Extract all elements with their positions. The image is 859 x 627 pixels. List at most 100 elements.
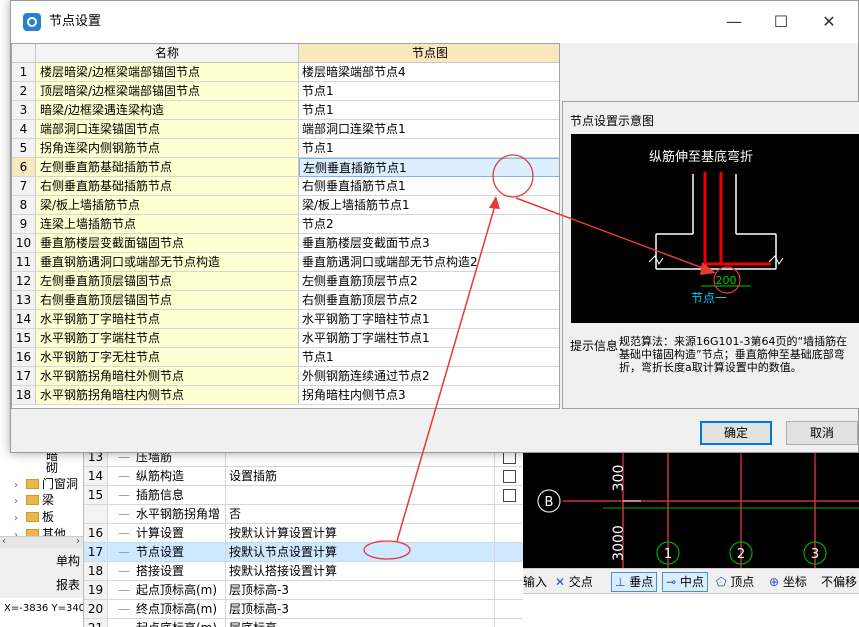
property-value[interactable]: 按默认节点设置计算 — [227, 543, 495, 561]
snap-intersection[interactable]: ✕ 交点 — [555, 572, 593, 592]
row-number: 1 — [12, 63, 36, 82]
property-value[interactable]: 设置插筋 — [227, 467, 495, 485]
minimize-icon[interactable]: — — [711, 9, 757, 35]
table-row[interactable]: 11 垂直钢筋遇洞口或端部无节点构造 垂直筋遇洞口或端部无节点构造2 — [12, 253, 559, 272]
property-value[interactable]: 层底标高 — [227, 619, 495, 627]
table-row[interactable]: 1 楼层暗梁/边框梁端部锚固节点 楼层暗梁端部节点4 — [12, 63, 559, 82]
table-row[interactable]: 12 左侧垂直筋顶层锚固节点 左侧垂直筋顶层节点2 — [12, 272, 559, 291]
snap-no-offset[interactable]: 不偏移 — [821, 572, 857, 592]
property-value[interactable]: 层顶标高-3 — [227, 581, 495, 599]
property-row[interactable]: 19起点顶标高(m)层顶标高-3 — [84, 581, 523, 600]
table-row[interactable]: 8 梁/板上墙插筋节点 梁/板上墙插筋节点1 — [12, 196, 559, 215]
snap-midpoint[interactable]: ⊸ 中点 — [662, 572, 708, 592]
column-header-node[interactable]: 节点图 — [299, 44, 559, 63]
row-name: 水平钢筋丁字无柱节点 — [36, 348, 299, 367]
component-tree: 暗 砌 ›门窗洞 ›梁 ›板 ›其他 — [0, 448, 88, 548]
property-value[interactable]: 按默认搭接设置计算 — [227, 562, 495, 580]
row-node-cell[interactable]: 垂直筋楼层变截面节点3 — [299, 234, 559, 253]
table-row[interactable]: 17 水平钢筋拐角暗柱外侧节点 外侧钢筋连续通过节点2 — [12, 367, 559, 386]
row-node-cell[interactable]: 垂直筋遇洞口或端部无节点构造2 — [299, 253, 559, 272]
row-node-cell[interactable]: 右侧垂直筋顶层节点2 — [299, 291, 559, 310]
row-node-cell[interactable]: 端部洞口连梁节点1 — [299, 120, 559, 139]
ok-button[interactable]: 确定 — [700, 421, 772, 445]
tree-item-slabs[interactable]: › 板 — [14, 509, 54, 525]
chevron-right-icon[interactable]: › — [14, 511, 26, 527]
property-row[interactable]: 21起点底标高(m)层底标高 — [84, 619, 523, 627]
property-row[interactable]: 水平钢筋拐角增否 — [84, 505, 523, 524]
close-icon[interactable]: ✕ — [806, 9, 852, 35]
row-node-cell[interactable]: 左侧垂直插筋节点1 — [299, 158, 559, 177]
row-node-cell[interactable]: 右侧垂直插筋节点1 — [299, 177, 559, 196]
row-name: 右侧垂直筋顶层锚固节点 — [36, 291, 299, 310]
cad-canvas[interactable]: 300 3000 B 1 2 3 — [523, 448, 859, 572]
row-name: 楼层暗梁/边框梁端部锚固节点 — [36, 63, 299, 82]
chevron-right-icon[interactable]: › — [14, 494, 26, 510]
property-name: 计算设置 — [110, 524, 226, 542]
property-checkbox[interactable] — [503, 470, 516, 483]
snap-input[interactable]: 输入 — [523, 572, 547, 592]
row-node-cell[interactable]: 节点1 — [299, 101, 559, 120]
property-value[interactable]: 否 — [227, 505, 495, 523]
snap-coordinate[interactable]: ⊕ 坐标 — [769, 572, 807, 592]
row-node-cell[interactable]: 楼层暗梁端部节点4 — [299, 63, 559, 82]
table-row[interactable]: 13 右侧垂直筋顶层锚固节点 右侧垂直筋顶层节点2 — [12, 291, 559, 310]
table-row[interactable]: 15 水平钢筋丁字端柱节点 水平钢筋丁字端柱节点1 — [12, 329, 559, 348]
row-number: 5 — [12, 139, 36, 158]
tree-item[interactable]: 砌 — [46, 460, 58, 476]
maximize-icon[interactable]: ☐ — [758, 9, 804, 35]
property-row[interactable]: 14纵筋构造设置插筋 — [84, 467, 523, 486]
property-checkbox[interactable] — [503, 489, 516, 502]
property-value[interactable]: 按默认计算设置计算 — [227, 524, 495, 542]
row-name: 水平钢筋拐角暗柱内侧节点 — [36, 386, 299, 405]
node-settings-table: 名称 节点图 1 楼层暗梁/边框梁端部锚固节点 楼层暗梁端部节点4 2 顶层暗梁/边框梁… — [11, 43, 560, 409]
table-row[interactable]: 4 端部洞口连梁锚固节点 端部洞口连梁节点1 — [12, 120, 559, 139]
row-node-cell[interactable]: 梁/板上墙插筋节点1 — [299, 196, 559, 215]
cancel-button[interactable]: 取消 — [786, 421, 858, 445]
snap-vertex[interactable]: ⬠ 顶点 — [716, 572, 754, 592]
row-node-cell[interactable]: 节点2 — [299, 215, 559, 234]
tree-item-doors[interactable]: › 门窗洞 — [14, 476, 78, 492]
table-row[interactable]: 3 暗梁/边框梁遇连梁构造 节点1 — [12, 101, 559, 120]
table-row[interactable]: 6 左侧垂直筋基础插筋节点 左侧垂直插筋节点1 — [12, 158, 559, 177]
row-node-cell[interactable]: 左侧垂直筋顶层节点2 — [299, 272, 559, 291]
folder-icon — [26, 495, 39, 505]
property-name: 节点设置 — [110, 543, 226, 561]
cad-dimension-300: 300 — [611, 465, 627, 492]
row-node-cell[interactable]: 外侧钢筋连续通过节点2 — [299, 367, 559, 386]
tree-item-beams[interactable]: › 梁 — [14, 492, 54, 508]
scroll-left-icon[interactable]: ‹ — [2, 536, 6, 547]
table-row[interactable]: 18 水平钢筋拐角暗柱内侧节点 拐角暗柱内侧节点3 — [12, 386, 559, 405]
tab-component[interactable]: 单构 — [56, 550, 80, 572]
column-header-name[interactable]: 名称 — [36, 44, 299, 63]
table-row[interactable]: 2 顶层暗梁/边框梁端部锚固节点 节点1 — [12, 82, 559, 101]
tree-horizontal-scrollbar[interactable]: ‹ › — [0, 536, 88, 548]
table-row[interactable]: 16 水平钢筋丁字无柱节点 节点1 — [12, 348, 559, 367]
property-value[interactable]: 层顶标高-3 — [227, 600, 495, 618]
property-row[interactable]: 20终点顶标高(m)层顶标高-3 — [84, 600, 523, 619]
table-row[interactable]: 9 连梁上墙插筋节点 节点2 — [12, 215, 559, 234]
property-row[interactable]: 15插筋信息 — [84, 486, 523, 505]
property-number: 21 — [84, 619, 108, 627]
snap-perpendicular[interactable]: ⊥ 垂点 — [611, 572, 658, 592]
scroll-right-icon[interactable]: › — [76, 536, 80, 547]
row-node-cell[interactable]: 拐角暗柱内侧节点3 — [299, 386, 559, 405]
row-node-cell[interactable]: 节点1 — [299, 139, 559, 158]
row-node-cell[interactable]: 节点1 — [299, 348, 559, 367]
table-row[interactable]: 7 右侧垂直筋基础插筋节点 右侧垂直插筋节点1 — [12, 177, 559, 196]
table-row[interactable]: 14 水平钢筋丁字暗柱节点 水平钢筋丁字暗柱节点1 — [12, 310, 559, 329]
row-name: 左侧垂直筋基础插筋节点 — [36, 158, 299, 177]
row-node-cell[interactable]: 水平钢筋丁字暗柱节点1 — [299, 310, 559, 329]
row-node-cell[interactable]: 水平钢筋丁字端柱节点1 — [299, 329, 559, 348]
tab-report[interactable]: 报表 — [56, 574, 80, 596]
property-value[interactable] — [227, 486, 495, 504]
property-row[interactable]: 17节点设置按默认节点设置计算 — [84, 543, 523, 562]
property-row[interactable]: 18搭接设置按默认搭接设置计算 — [84, 562, 523, 581]
property-row[interactable]: 16计算设置按默认计算设置计算 — [84, 524, 523, 543]
dialog-titlebar[interactable]: 节点设置 — ☐ ✕ — [11, 1, 858, 43]
diagram-node-label: 节点一 — [691, 291, 727, 305]
table-row[interactable]: 10 垂直筋楼层变截面锚固节点 垂直筋楼层变截面节点3 — [12, 234, 559, 253]
row-name: 连梁上墙插筋节点 — [36, 215, 299, 234]
row-node-cell[interactable]: 节点1 — [299, 82, 559, 101]
table-row[interactable]: 5 拐角连梁内侧钢筋节点 节点1 — [12, 139, 559, 158]
property-number: 19 — [84, 581, 108, 599]
